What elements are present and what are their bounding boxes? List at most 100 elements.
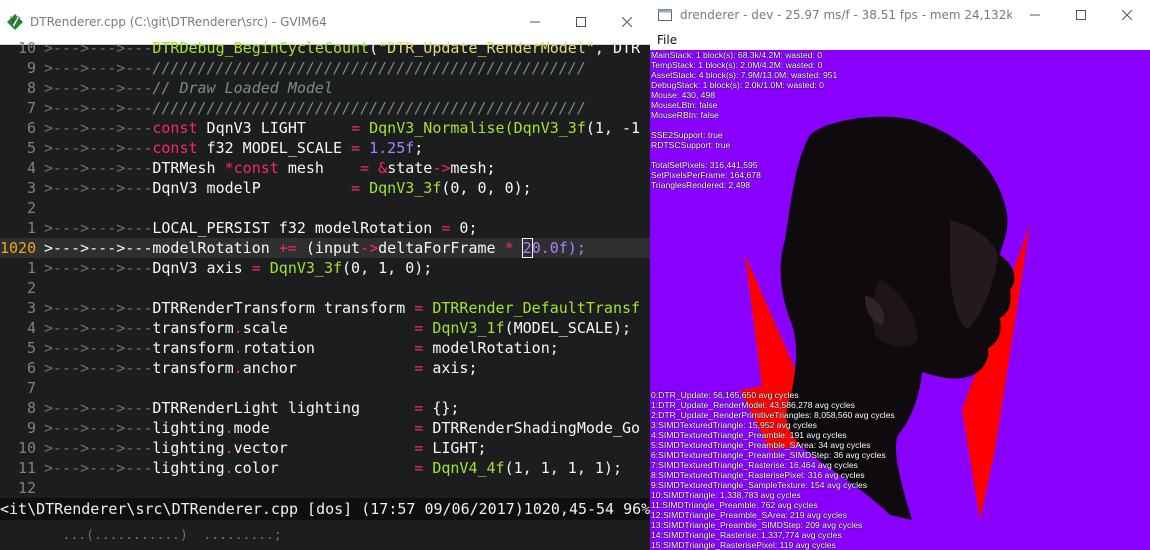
line-number: 9 (26, 59, 36, 77)
code-line[interactable]: 4 >--->--->---DTRMesh *const mesh = &stat… (0, 158, 650, 178)
code-line[interactable]: 9 >--->--->---///////////////////////////… (0, 58, 650, 78)
debug-text-line: 0:DTR_Update: 56,165,650 avg cycles (651, 390, 799, 400)
code-line[interactable]: 9 >--->--->---lighting.mode = DTRRenderSh… (0, 418, 650, 438)
vim-icon (7, 14, 23, 30)
menu-file[interactable]: File (650, 30, 684, 50)
code-line[interactable]: 6 >--->--->---const DqnV3 LIGHT = DqnV3_N… (0, 118, 650, 138)
debug-text-line: 13:SIMDTriangle_Preamble_SIMDStep: 209 a… (651, 520, 863, 530)
debug-text-line: 6:SIMDTexturedTriangle_Preamble_SIMDStep… (651, 450, 886, 460)
line-number: 5 (26, 139, 36, 157)
line-number: 9 (26, 419, 36, 437)
debug-text-line: MouseLBtn: false (651, 100, 718, 110)
renderer-window-title: drenderer - dev - 25.97 ms/f - 38.51 fps… (680, 8, 1012, 22)
debug-text-line: TotalSetPixels: 316,441,595 (651, 160, 758, 170)
line-number: 6 (26, 119, 36, 137)
text-cursor: 2 (521, 238, 533, 258)
maximize-button[interactable] (1058, 0, 1104, 30)
minimize-button[interactable] (1012, 0, 1058, 30)
line-number: 1 (26, 219, 36, 237)
line-number: 1020 (0, 239, 37, 257)
line-number: 7 (26, 99, 36, 117)
debug-text-line: Mouse: 430, 498 (651, 90, 716, 100)
code-line[interactable]: 12 (0, 478, 650, 498)
line-number: 12 (17, 479, 36, 497)
code-line[interactable]: 8 >--->--->---// Draw Loaded Model (0, 78, 650, 98)
maximize-icon (576, 17, 586, 27)
debug-text-line: 5:SIMDTexturedTriangle_Preamble_SArea: 3… (651, 440, 871, 450)
debug-text-line: 1:DTR_Update_RenderModel: 43,586,278 avg… (651, 400, 855, 410)
debug-text-line: MouseRBtn: false (651, 110, 719, 120)
debug-text-line: TrianglesRendered: 2,498 (651, 180, 751, 190)
line-number: 10 (17, 39, 36, 57)
close-icon (1122, 10, 1132, 20)
debug-text-line: 3:SIMDTexturedTriangle: 15,952 avg cycle… (651, 420, 817, 430)
line-number: 11 (17, 459, 36, 477)
code-line[interactable]: 1 >--->--->---DqnV3 axis = DqnV3_3f(0, 1,… (0, 258, 650, 278)
minimize-icon (530, 21, 540, 23)
window-app-icon (658, 9, 672, 21)
debug-text-line: 15:SIMDTriangle_RasterisePixel: 119 avg … (651, 540, 836, 550)
code-line[interactable]: 5 >--->--->---const f32 MODEL_SCALE = 1.2… (0, 138, 650, 158)
code-line[interactable]: 2 (0, 198, 650, 218)
code-editor[interactable]: 10 >--->--->---DTRDebug_BeginCycleCount("… (0, 38, 650, 498)
line-number: 2 (26, 199, 36, 217)
code-line[interactable]: 5 >--->--->---transform.rotation = modelR… (0, 338, 650, 358)
code-line[interactable]: 3 >--->--->---DqnV3 modelP = DqnV3_3f(0, … (0, 178, 650, 198)
code-line[interactable]: 7 (0, 378, 650, 398)
debug-text-line: 7:SIMDTexturedTriangle_Rasterise: 16,464… (651, 460, 858, 470)
code-line[interactable]: 7 >--->--->---///////////////////////////… (0, 98, 650, 118)
code-line[interactable]: 10 >--->--->---lighting.vector = LIGHT; (0, 438, 650, 458)
renderer-titlebar[interactable]: drenderer - dev - 25.97 ms/f - 38.51 fps… (650, 0, 1150, 30)
menu-bar: File (650, 30, 1150, 51)
debug-text-line: 10:SIMDTriangle: 1,338,783 avg cycles (651, 490, 801, 500)
code-line[interactable]: 8 >--->--->---DTRRenderLight lighting = {… (0, 398, 650, 418)
current-code-line[interactable]: 1020 >--->--->---modelRotation += (input-… (0, 238, 650, 258)
debug-text-line: 9:SIMDTexturedTriangle_SampleTexture: 15… (651, 480, 868, 490)
debug-text-line: TempStack: 1 block(s): 2.0M/4.2M: wasted… (651, 60, 823, 70)
gvim-window: DTRenderer.cpp (C:\git\DTRenderer\src) -… (0, 0, 650, 550)
line-number: 3 (26, 179, 36, 197)
line-number: 6 (26, 359, 36, 377)
line-number: 3 (26, 299, 36, 317)
vim-command-line[interactable]: ...(...........) .........; (0, 522, 650, 550)
debug-text-line: AssetStack: 4 block(s): 7.9M/13.0M: wast… (651, 70, 838, 80)
line-number: 7 (26, 379, 36, 397)
maximize-icon (1076, 10, 1086, 20)
gvim-window-title: DTRenderer.cpp (C:\git\DTRenderer\src) -… (30, 15, 327, 29)
line-number: 10 (17, 439, 36, 457)
debug-text-line (651, 120, 837, 130)
close-icon (622, 17, 632, 27)
close-button[interactable] (1104, 0, 1150, 30)
line-number: 5 (26, 339, 36, 357)
vim-status-line: <it\DTRenderer\src\DTRenderer.cpp [dos] … (0, 498, 650, 520)
debug-stats-top: MainStack: 1 block(s): 68.3k/4.2M: waste… (651, 50, 837, 190)
line-number: 2 (26, 279, 36, 297)
code-line[interactable]: 10 >--->--->---DTRDebug_BeginCycleCount("… (0, 38, 650, 58)
minimize-icon (1030, 14, 1040, 16)
code-line[interactable]: 4 >--->--->---transform.scale = DqnV3_1f(… (0, 318, 650, 338)
code-line[interactable]: 1 >--->--->---LOCAL_PERSIST f32 modelRota… (0, 218, 650, 238)
line-number: 8 (26, 79, 36, 97)
debug-text-line: MainStack: 1 block(s): 68.3k/4.2M: waste… (651, 50, 822, 60)
debug-text-line: 11:SIMDTriangle_Preamble: 762 avg cycles (651, 500, 818, 510)
renderer-window: drenderer - dev - 25.97 ms/f - 38.51 fps… (650, 0, 1150, 550)
line-number: 1 (26, 259, 36, 277)
debug-text-line (651, 150, 837, 160)
code-line[interactable]: 6 >--->--->---transform.anchor = axis; (0, 358, 650, 378)
debug-text-line: RDTSCSupport: true (651, 140, 731, 150)
debug-text-line: 14:SIMDTriangle_Rasterise: 1,337,774 avg… (651, 530, 842, 540)
debug-text-line: 8:SIMDTexturedTriangle_RasterisePixel: 3… (651, 470, 865, 480)
cycle-counter-list: 0:DTR_Update: 56,165,650 avg cycles 1:DTR… (651, 390, 895, 550)
code-line[interactable]: 11 >--->--->---lighting.color = DqnV4_4f(… (0, 458, 650, 478)
render-viewport[interactable]: MainStack: 1 block(s): 68.3k/4.2M: waste… (650, 50, 1150, 550)
code-line[interactable]: 2 (0, 278, 650, 298)
code-line[interactable]: 3 >--->--->---DTRRenderTransform transfor… (0, 298, 650, 318)
debug-text-line: DebugStack: 1 block(s): 2.0k/1.0M: waste… (651, 80, 824, 90)
line-number: 4 (26, 319, 36, 337)
debug-text-line: SetPixelsPerFrame: 164,678 (651, 170, 761, 180)
debug-text-line: SSE2Support: true (651, 130, 723, 140)
debug-text-line: 12:SIMDTriangle_Preamble_SArea: 219 avg … (651, 510, 848, 520)
line-number: 8 (26, 399, 36, 417)
debug-text-line: 4:SIMDTexturedTriangle_Preamble: 191 avg… (651, 430, 847, 440)
line-number: 4 (26, 159, 36, 177)
